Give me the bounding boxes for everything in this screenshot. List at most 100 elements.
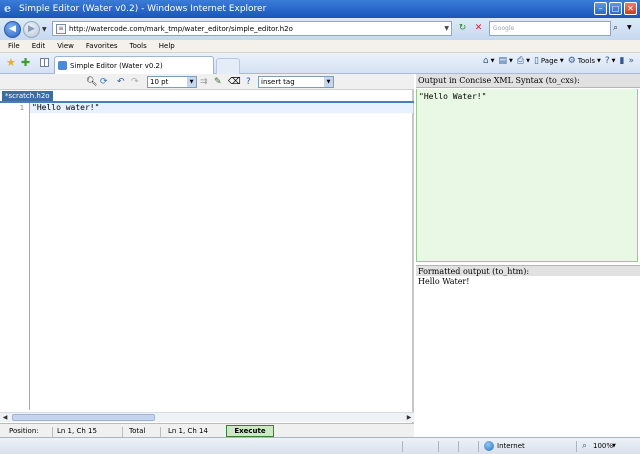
status-divider xyxy=(576,441,577,452)
address-bar: ◀ ▶ ▼ ≡ http://watercode.com/mark_tmp/wa… xyxy=(0,18,640,40)
page-icon: ▯ xyxy=(533,56,539,66)
search-input[interactable]: Google xyxy=(489,21,611,36)
window-title-bar: e Simple Editor (Water v0.2) - Windows I… xyxy=(0,0,640,18)
font-size-select[interactable]: 10 pt ▼ xyxy=(147,76,197,88)
feeds-icon: ▤ xyxy=(498,56,508,66)
insert-tag-value: insert tag xyxy=(261,78,295,86)
research-button[interactable]: ▮ xyxy=(620,56,625,66)
scrollbar-thumb[interactable] xyxy=(12,414,155,421)
tools-menu-label: Tools xyxy=(577,57,596,65)
status-divider xyxy=(478,441,479,452)
editor-toolbar: 🔍︎ ⟳ ↶ ↷ 10 pt ▼ ⇉ ✎ ⌫ ? insert tag ▼ xyxy=(0,74,414,90)
cxs-output-text: "Hello Water!" xyxy=(419,92,487,101)
htm-output-text: Hello Water! xyxy=(418,277,470,286)
favorites-star-icon[interactable]: ★ xyxy=(6,56,16,69)
feeds-button[interactable]: ▤ ▼ xyxy=(499,56,513,66)
url-text: http://watercode.com/mark_tmp/water_edit… xyxy=(69,24,293,33)
tab-simple-editor[interactable]: Simple Editor (Water v0.2) xyxy=(54,56,214,74)
minimize-button[interactable]: – xyxy=(594,2,607,15)
chevron-down-icon: ▼ xyxy=(187,77,196,87)
page-menu-button[interactable]: ▯ Page ▼ xyxy=(534,56,564,66)
zoom-icon[interactable]: ⌕ xyxy=(582,441,587,451)
menu-view[interactable]: View xyxy=(57,42,74,50)
line-number: 1 xyxy=(19,104,24,112)
wrap-icon[interactable]: ⇉ xyxy=(200,76,208,88)
help-icon[interactable]: ? xyxy=(246,76,251,88)
url-input[interactable]: ≡ http://watercode.com/mark_tmp/water_ed… xyxy=(52,21,452,36)
browser-status-bar: Internet ⌕ 100% ▼ xyxy=(0,437,640,454)
stop-icon[interactable]: ✕ xyxy=(472,22,485,35)
highlight-icon[interactable]: ✎ xyxy=(214,76,222,88)
status-divider xyxy=(458,441,459,452)
undo-icon[interactable]: ↶ xyxy=(117,76,125,88)
total-label: Total xyxy=(129,427,146,435)
gear-icon: ⚙ xyxy=(567,56,576,66)
position-label: Position: xyxy=(9,427,39,435)
back-button[interactable]: ◀ xyxy=(4,20,21,38)
window-controls: – □ ✕ xyxy=(594,2,637,15)
menu-bar: File Edit View Favorites Tools Help xyxy=(0,40,640,53)
insert-tag-select[interactable]: insert tag ▼ xyxy=(258,76,334,88)
scroll-right-icon[interactable]: ▶ xyxy=(404,413,414,422)
chevron-down-icon: ▼ xyxy=(324,77,333,87)
forward-button[interactable]: ▶ xyxy=(23,20,40,38)
close-window-button[interactable]: ✕ xyxy=(624,2,637,15)
line-number-gutter: 1 xyxy=(0,103,28,410)
internet-zone-icon xyxy=(484,441,494,451)
print-button[interactable]: ⎙ ▼ xyxy=(517,56,530,66)
add-favorites-icon[interactable]: ✚ xyxy=(21,56,30,69)
status-divider xyxy=(438,441,439,452)
editor-status-line: Position: Ln 1, Ch 15 Total Ln 1, Ch 14 … xyxy=(0,423,414,437)
status-divider xyxy=(402,441,403,452)
tab-page-icon xyxy=(58,61,67,70)
refresh-icon[interactable]: ↻ xyxy=(456,22,469,35)
maximize-button[interactable]: □ xyxy=(609,2,622,15)
code-editor[interactable]: "Hello water!" xyxy=(29,103,413,410)
zoom-dropdown-icon[interactable]: ▼ xyxy=(612,443,616,449)
redo-icon[interactable]: ↷ xyxy=(131,76,139,88)
chevron-more-button[interactable]: » xyxy=(628,56,634,66)
chevron-right-icon: » xyxy=(628,56,634,66)
zoom-level[interactable]: 100% xyxy=(593,442,613,450)
cxs-output-box: "Hello Water!" xyxy=(416,89,638,262)
htm-output-header: Formatted output (to_htm): xyxy=(416,265,640,276)
home-icon: ⌂ xyxy=(482,56,489,66)
help-icon: ? xyxy=(604,56,610,66)
print-icon: ⎙ xyxy=(516,56,525,66)
url-dropdown-icon[interactable]: ▼ xyxy=(444,25,449,32)
file-tab-scratch[interactable]: *scratch.h2o xyxy=(2,91,53,101)
menu-file[interactable]: File xyxy=(8,42,20,50)
output-pane: Output in Concise XML Syntax (to_cxs): "… xyxy=(416,74,640,437)
status-divider xyxy=(122,427,123,437)
home-button[interactable]: ⌂ ▼ xyxy=(483,56,495,66)
ie-logo-icon: e xyxy=(4,2,11,15)
security-zone-label: Internet xyxy=(497,442,525,450)
menu-favorites[interactable]: Favorites xyxy=(86,42,118,50)
cxs-output-header: Output in Concise XML Syntax (to_cxs): xyxy=(416,74,640,88)
tab-row: ★ ✚ Simple Editor (Water v0.2) ⌂ ▼ ▤ ▼ ⎙ ▼ … xyxy=(0,53,640,74)
help-button[interactable]: ? ▼ xyxy=(605,56,616,66)
editor-pane: 🔍︎ ⟳ ↶ ↷ 10 pt ▼ ⇉ ✎ ⌫ ? insert tag ▼ *s… xyxy=(0,74,414,437)
search-icon[interactable]: ⌕ xyxy=(613,22,625,35)
research-icon: ▮ xyxy=(619,56,625,66)
font-size-value: 10 pt xyxy=(150,78,169,86)
tools-menu-button[interactable]: ⚙ Tools ▼ xyxy=(568,56,601,66)
eraser-icon[interactable]: ⌫ xyxy=(228,76,241,88)
page-icon: ≡ xyxy=(56,23,66,34)
scroll-left-icon[interactable]: ◀ xyxy=(0,413,10,422)
menu-tools[interactable]: Tools xyxy=(130,42,147,50)
horizontal-scrollbar[interactable]: ◀ ▶ xyxy=(0,412,414,422)
window-title: Simple Editor (Water v0.2) - Windows Int… xyxy=(19,4,267,14)
menu-help[interactable]: Help xyxy=(159,42,175,50)
find-icon[interactable]: 🔍︎ xyxy=(86,76,97,88)
search-dropdown-icon[interactable]: ▼ xyxy=(627,24,632,31)
command-bar: ⌂ ▼ ▤ ▼ ⎙ ▼ ▯ Page ▼ ⚙ Tools ▼ ? ▼ ▮ » xyxy=(483,56,634,66)
tab-label: Simple Editor (Water v0.2) xyxy=(70,61,163,70)
total-value: Ln 1, Ch 14 xyxy=(168,427,208,435)
new-tab-button[interactable] xyxy=(216,58,240,74)
menu-edit[interactable]: Edit xyxy=(32,42,46,50)
execute-button[interactable]: Execute xyxy=(226,425,274,437)
recent-pages-dropdown[interactable]: ▼ xyxy=(42,26,47,33)
replace-icon[interactable]: ⟳ xyxy=(100,76,108,88)
quick-tabs-icon[interactable] xyxy=(40,58,49,67)
